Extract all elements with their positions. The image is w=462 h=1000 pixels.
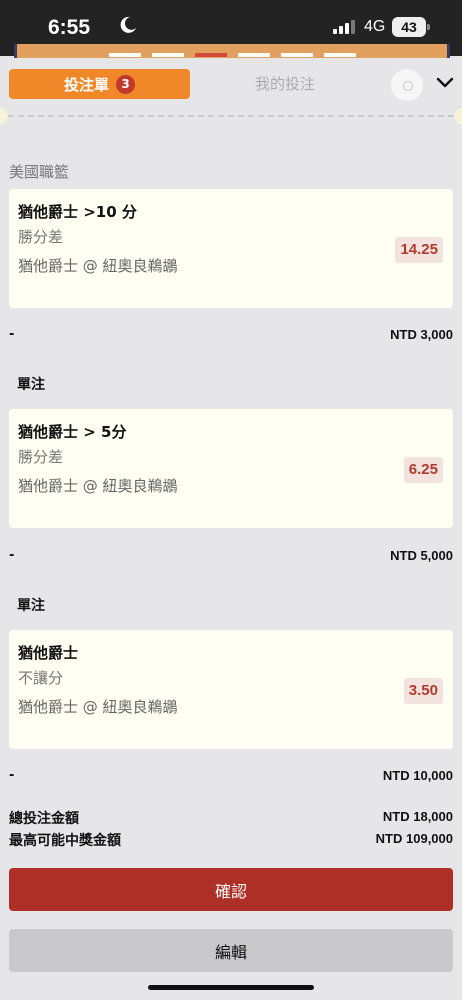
status-time: 6:55 bbox=[48, 16, 91, 39]
league-label: 美國職籃 bbox=[9, 163, 70, 181]
stake-amount: NTD 10,000 bbox=[382, 768, 453, 783]
settings-toggle-button[interactable] bbox=[391, 69, 423, 101]
max-payout-row: 最高可能中獎金額 NTD 109,000 bbox=[9, 830, 453, 850]
chevron-down-icon[interactable] bbox=[436, 76, 454, 90]
battery-icon: 43 bbox=[392, 17, 426, 37]
max-payout-value: NTD 109,000 bbox=[375, 831, 453, 846]
bet-market: 勝分差 bbox=[18, 448, 64, 466]
stake-amount: NTD 3,000 bbox=[390, 327, 453, 342]
bet-market: 勝分差 bbox=[18, 228, 64, 246]
moon-icon bbox=[120, 16, 136, 33]
stake-dash: - bbox=[9, 768, 15, 783]
network-type: 4G bbox=[364, 18, 386, 35]
tab-my-bets[interactable]: 我的投注 bbox=[210, 69, 360, 99]
tab-bet-slip[interactable]: 投注單 3 bbox=[9, 69, 190, 99]
total-stake-label: 總投注金額 bbox=[9, 811, 79, 827]
stake-dash: - bbox=[9, 548, 15, 563]
stake-row[interactable]: - NTD 3,000 bbox=[9, 327, 453, 347]
edit-button[interactable]: 編輯 bbox=[9, 929, 453, 972]
signal-icon bbox=[333, 20, 355, 34]
max-payout-label: 最高可能中獎金額 bbox=[9, 833, 121, 849]
bet-selection: 猶他爵士 bbox=[18, 644, 79, 662]
bet-match: 猶他爵士 @ 紐奧良鵜鶘 bbox=[18, 477, 178, 495]
bet-odds: 6.25 bbox=[403, 457, 443, 483]
stake-amount: NTD 5,000 bbox=[390, 548, 453, 563]
bet-type-label: 單注 bbox=[17, 598, 45, 614]
home-indicator[interactable] bbox=[148, 985, 314, 990]
battery-tip bbox=[427, 24, 430, 30]
stake-dash: - bbox=[9, 327, 15, 342]
bet-card: 猶他爵士 >10 分 勝分差 猶他爵士 @ 紐奧良鵜鶘 14.25 bbox=[9, 189, 453, 308]
total-stake-value: NTD 18,000 bbox=[382, 809, 453, 824]
bet-market: 不讓分 bbox=[18, 669, 64, 687]
bet-slip-sheet: 投注單 3 我的投注 美國職籃 猶他爵士 >10 分 勝分差 猶他爵士 @ 紐奧… bbox=[0, 58, 462, 1000]
bet-card: 猶他爵士 不讓分 猶他爵士 @ 紐奧良鵜鶘 3.50 bbox=[9, 630, 453, 749]
bet-match: 猶他爵士 @ 紐奧良鵜鶘 bbox=[18, 257, 178, 275]
bet-selection: 猶他爵士 > 5分 bbox=[18, 423, 127, 441]
bet-odds: 3.50 bbox=[403, 678, 443, 704]
bet-card: 猶他爵士 > 5分 勝分差 猶他爵士 @ 紐奧良鵜鶘 6.25 bbox=[9, 409, 453, 528]
bet-count-badge: 3 bbox=[116, 74, 135, 94]
bet-match: 猶他爵士 @ 紐奧良鵜鶘 bbox=[18, 698, 178, 716]
stake-row[interactable]: - NTD 5,000 bbox=[9, 548, 453, 568]
confirm-button[interactable]: 確認 bbox=[9, 868, 453, 911]
bet-type-label: 單注 bbox=[17, 377, 45, 393]
total-stake-row: 總投注金額 NTD 18,000 bbox=[9, 808, 453, 828]
bet-odds: 14.25 bbox=[395, 237, 443, 263]
tab-bet-slip-label: 投注單 bbox=[63, 75, 109, 94]
stake-row[interactable]: - NTD 10,000 bbox=[9, 768, 453, 788]
ticket-perforation bbox=[0, 108, 462, 124]
bet-selection: 猶他爵士 >10 分 bbox=[18, 203, 137, 221]
